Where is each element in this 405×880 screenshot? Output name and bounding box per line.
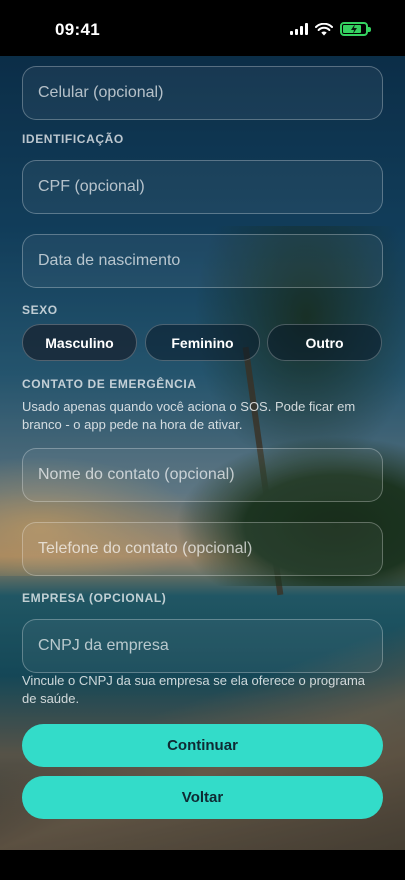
contact-name-input[interactable] [38, 466, 382, 484]
status-time: 09:41 [55, 20, 100, 39]
company-help-text: Vincule o CNPJ da sua empresa se ela ofe… [22, 673, 366, 706]
birthdate-input[interactable] [38, 252, 382, 270]
cpf-field[interactable] [22, 160, 383, 214]
status-icons [290, 22, 371, 36]
back-button[interactable]: Voltar [22, 776, 383, 819]
mobile-field[interactable] [22, 66, 383, 120]
sex-option-outro[interactable]: Outro [267, 324, 382, 361]
cpf-input[interactable] [38, 178, 382, 196]
sex-section-label: SEXO [22, 303, 58, 317]
battery-charging-icon [340, 22, 371, 36]
sex-option-masculino[interactable]: Masculino [22, 324, 137, 361]
company-section-label: EMPRESA (OPCIONAL) [22, 591, 167, 605]
emergency-section-label: CONTATO DE EMERGÊNCIA [22, 377, 197, 391]
status-bar: 09:41 [0, 0, 405, 56]
contact-phone-input[interactable] [38, 540, 382, 558]
bottom-safe-area [0, 850, 405, 880]
contact-phone-field[interactable] [22, 522, 383, 576]
contact-name-field[interactable] [22, 448, 383, 502]
cellular-signal-icon [290, 23, 308, 35]
birthdate-field[interactable] [22, 234, 383, 288]
continue-button[interactable]: Continuar [22, 724, 383, 767]
sex-option-feminino[interactable]: Feminino [145, 324, 260, 361]
identification-section-label: IDENTIFICAÇÃO [22, 132, 124, 146]
cnpj-field[interactable] [22, 619, 383, 673]
cnpj-input[interactable] [38, 637, 382, 655]
emergency-help-text: Usado apenas quando você aciona o SOS. P… [22, 399, 356, 432]
mobile-input[interactable] [38, 84, 382, 102]
registration-form: IDENTIFICAÇÃO SEXO Masculino Feminino Ou… [0, 56, 405, 850]
wifi-icon [315, 22, 333, 35]
